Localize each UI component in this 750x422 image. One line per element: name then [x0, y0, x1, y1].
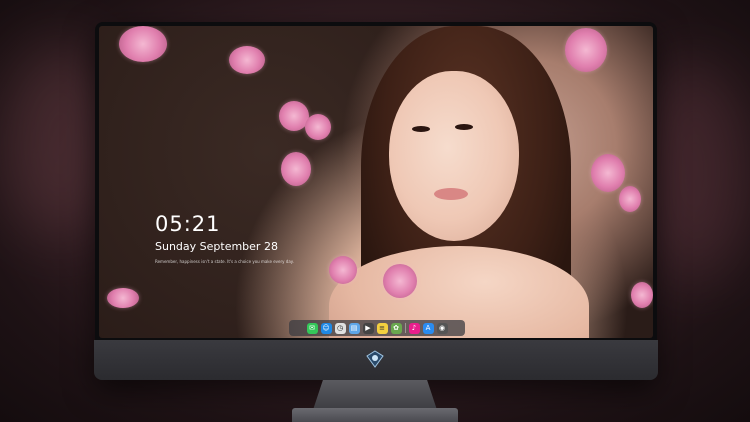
messages-icon[interactable]: ✉: [306, 322, 318, 334]
flower: [619, 186, 641, 212]
flower: [229, 46, 265, 74]
flower: [565, 28, 607, 72]
clock-icon[interactable]: ◷: [334, 322, 346, 334]
flower: [329, 256, 357, 284]
clock-date: Sunday September 28: [155, 240, 278, 253]
finder-icon[interactable]: ☺: [320, 322, 332, 334]
clock-subtitle: Remember, happiness isn't a state. It's …: [155, 259, 294, 264]
flower: [631, 282, 653, 308]
wallpaper-eye-right: [455, 124, 473, 130]
dock-separator: [404, 323, 406, 333]
flower: [591, 154, 625, 192]
flower: [107, 288, 139, 308]
wallpaper-face: [389, 71, 519, 241]
notes-icon[interactable]: ≡: [376, 322, 388, 334]
camera-icon[interactable]: ◉: [436, 322, 448, 334]
flower: [281, 152, 311, 186]
photos-icon[interactable]: ✿: [390, 322, 402, 334]
lockscreen-clock: 05:21 Sunday September 28 Remember, happ…: [155, 212, 294, 264]
wallpaper-lips: [434, 188, 468, 200]
preview-icon[interactable]: ▤: [348, 322, 360, 334]
appstore-icon[interactable]: A: [422, 322, 434, 334]
music-icon[interactable]: ♪: [408, 322, 420, 334]
movie-icon[interactable]: ▶: [362, 322, 374, 334]
clock-time: 05:21: [155, 212, 221, 236]
flower: [305, 114, 331, 140]
monitor-stand-neck: [313, 380, 437, 410]
flower: [383, 264, 417, 298]
wallpaper-eye-left: [412, 126, 430, 132]
monitor-stand-base: [292, 408, 458, 422]
monitor-chin: [94, 340, 658, 380]
brand-logo-icon: [366, 350, 384, 368]
flower: [119, 26, 167, 62]
monitor-bezel: 05:21 Sunday September 28 Remember, happ…: [95, 22, 657, 380]
desktop-screen: 05:21 Sunday September 28 Remember, happ…: [99, 26, 653, 338]
dock: ✉ ☺ ◷ ▤ ▶ ≡ ✿ ♪ A ◉: [289, 320, 465, 336]
